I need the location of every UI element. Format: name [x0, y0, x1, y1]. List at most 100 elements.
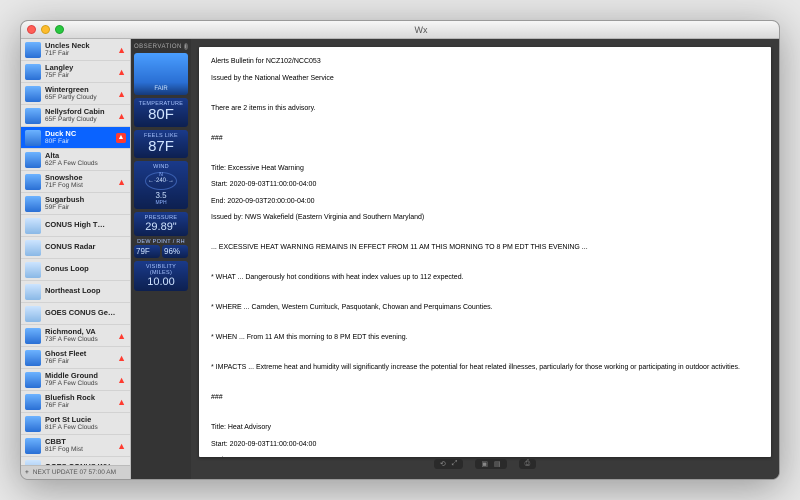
sidebar-item-conus-loop[interactable]: Conus Loop [21, 259, 130, 281]
sidebar-item-uncles-neck[interactable]: Uncles Neck71F Fair▲ [21, 39, 130, 61]
location-condition: 80F Fair [45, 138, 114, 145]
bottom-toolbar: ⟲⤢ ▣▤ ⎙ [199, 457, 771, 471]
visibility-value: 10.00 [136, 276, 186, 288]
sidebar-item-conus-high-t-[interactable]: CONUS High T… [21, 215, 130, 237]
toolbar-segment[interactable]: ⟲⤢ [434, 459, 463, 469]
add-location-icon[interactable]: + [25, 469, 29, 476]
location-name: Uncles Neck [45, 42, 115, 50]
location-name: CBBT [45, 438, 115, 446]
maximize-icon[interactable] [55, 25, 64, 34]
bulletin-line: ### [211, 393, 759, 404]
titlebar[interactable]: Wx [21, 21, 779, 39]
alert-icon: ▲ [117, 441, 126, 451]
location-condition: 81F Fog Mist [45, 446, 115, 453]
sidebar-item-duck-nc[interactable]: Duck NC80F Fair▲ [21, 127, 130, 149]
visibility-card: VISIBILITY (MILES) 10.00 [134, 261, 188, 291]
alert-icon: ▲ [117, 397, 126, 407]
bulletin-line: * WHAT ... Dangerously hot conditions wi… [211, 273, 759, 284]
location-name: GOES CONUS WV [45, 463, 126, 465]
location-name: Bluefish Rock [45, 394, 115, 402]
observation-panel: OBSERVATION i FAIR TEMPERATURE 80F FEELS… [131, 39, 191, 479]
close-icon[interactable] [27, 25, 36, 34]
bulletin-line [211, 120, 759, 131]
location-name: Duck NC [45, 130, 114, 138]
feels-like-card: FEELS LIKE 87F [134, 130, 188, 159]
location-thumb-icon [25, 284, 41, 300]
pressure-value: 29.89" [136, 221, 186, 233]
location-condition: 59F Fair [45, 204, 126, 211]
location-name: Conus Loop [45, 265, 126, 273]
location-thumb-icon [25, 130, 41, 146]
location-name: GOES CONUS Ge… [45, 309, 126, 317]
location-name: CONUS Radar [45, 243, 126, 251]
alert-icon: ▲ [117, 375, 126, 385]
toolbar-segment[interactable]: ⎙ [519, 459, 537, 469]
location-thumb-icon [25, 416, 41, 432]
pressure-card: PRESSURE 29.89" [134, 212, 188, 236]
bulletin-line: ... EXCESSIVE HEAT WARNING REMAINS IN EF… [211, 243, 759, 254]
location-condition: 71F Fair [45, 50, 115, 57]
sidebar-item-langley[interactable]: Langley75F Fair▲ [21, 61, 130, 83]
location-condition: 76F Fair [45, 358, 115, 365]
sidebar-item-cbbt[interactable]: CBBT81F Fog Mist▲ [21, 435, 130, 457]
location-thumb-icon [25, 438, 41, 454]
sidebar-item-wintergreen[interactable]: Wintergreen65F Partly Cloudy▲ [21, 83, 130, 105]
alert-icon: ▲ [116, 133, 126, 143]
temperature-value: 80F [136, 107, 186, 124]
bulletin-line: ### [211, 134, 759, 145]
sidebar-item-middle-ground[interactable]: Middle Ground79F A Few Clouds▲ [21, 369, 130, 391]
location-list[interactable]: Uncles Neck71F Fair▲Langley75F Fair▲Wint… [21, 39, 130, 465]
sky-condition: FAIR [136, 86, 186, 92]
sidebar-item-conus-radar[interactable]: CONUS Radar [21, 237, 130, 259]
info-icon[interactable]: i [184, 43, 188, 50]
location-name: Langley [45, 64, 115, 72]
location-sidebar: Uncles Neck71F Fair▲Langley75F Fair▲Wint… [21, 39, 131, 479]
sidebar-item-ghost-fleet[interactable]: Ghost Fleet76F Fair▲ [21, 347, 130, 369]
location-name: Sugarbush [45, 196, 126, 204]
bulletin-line [211, 260, 759, 271]
bulletin-line: End: 2020-09-03T20:00:00-04:00 [211, 197, 759, 208]
sidebar-item-goes-conus-wv[interactable]: GOES CONUS WV [21, 457, 130, 465]
location-thumb-icon [25, 108, 41, 124]
bulletin-line: Title: Excessive Heat Warning [211, 164, 759, 175]
location-thumb-icon [25, 394, 41, 410]
sidebar-item-nellysford-cabin[interactable]: Nellysford Cabin65F Partly Cloudy▲ [21, 105, 130, 127]
bulletin-line: Title: Heat Advisory [211, 423, 759, 434]
location-condition: 73F A Few Clouds [45, 336, 115, 343]
sky-card: FAIR [134, 53, 188, 95]
sidebar-item-sugarbush[interactable]: Sugarbush59F Fair [21, 193, 130, 215]
location-thumb-icon [25, 174, 41, 190]
bulletin-line: Alerts Bulletin for NCZ102/NCC053 [211, 57, 759, 68]
bulletin-line: * WHEN ... From 11 AM this morning to 8 … [211, 333, 759, 344]
bulletin-line [211, 230, 759, 241]
sidebar-item-port-st-lucie[interactable]: Port St Lucie81F A Few Clouds [21, 413, 130, 435]
alert-icon: ▲ [117, 111, 126, 121]
bulletin-line: Start: 2020-09-03T11:00:00-04:00 [211, 440, 759, 451]
bulletin-line [211, 90, 759, 101]
main-area: Alerts Bulletin for NCZ102/NCC053 Issued … [191, 39, 779, 479]
bulletin-line: Issued by the National Weather Service [211, 74, 759, 85]
wind-speed: 3.5 [155, 191, 166, 200]
sidebar-item-northeast-loop[interactable]: Northeast Loop [21, 281, 130, 303]
location-condition: 65F Partly Cloudy [45, 94, 115, 101]
sidebar-item-alta[interactable]: Alta62F A Few Clouds [21, 149, 130, 171]
app-window: Wx Uncles Neck71F Fair▲Langley75F Fair▲W… [20, 20, 780, 480]
sidebar-item-snowshoe[interactable]: Snowshoe71F Fog Mist▲ [21, 171, 130, 193]
sidebar-item-richmond-va[interactable]: Richmond, VA73F A Few Clouds▲ [21, 325, 130, 347]
location-thumb-icon [25, 460, 41, 466]
location-condition: 71F Fog Mist [45, 182, 115, 189]
minimize-icon[interactable] [41, 25, 50, 34]
location-condition: 75F Fair [45, 72, 115, 79]
bulletin-line [211, 410, 759, 421]
temperature-card: TEMPERATURE 80F [134, 98, 188, 127]
alert-icon: ▲ [117, 45, 126, 55]
sidebar-item-bluefish-rock[interactable]: Bluefish Rock76F Fair▲ [21, 391, 130, 413]
bulletin-line: * IMPACTS ... Extreme heat and humidity … [211, 363, 759, 374]
alert-icon: ▲ [117, 331, 126, 341]
bulletin-line: Start: 2020-09-03T11:00:00-04:00 [211, 180, 759, 191]
bulletin-line [211, 380, 759, 391]
bulletin-page[interactable]: Alerts Bulletin for NCZ102/NCC053 Issued … [199, 47, 771, 457]
sidebar-item-goes-conus-ge-[interactable]: GOES CONUS Ge… [21, 303, 130, 325]
toolbar-segment[interactable]: ▣▤ [475, 459, 506, 469]
alert-icon: ▲ [117, 177, 126, 187]
